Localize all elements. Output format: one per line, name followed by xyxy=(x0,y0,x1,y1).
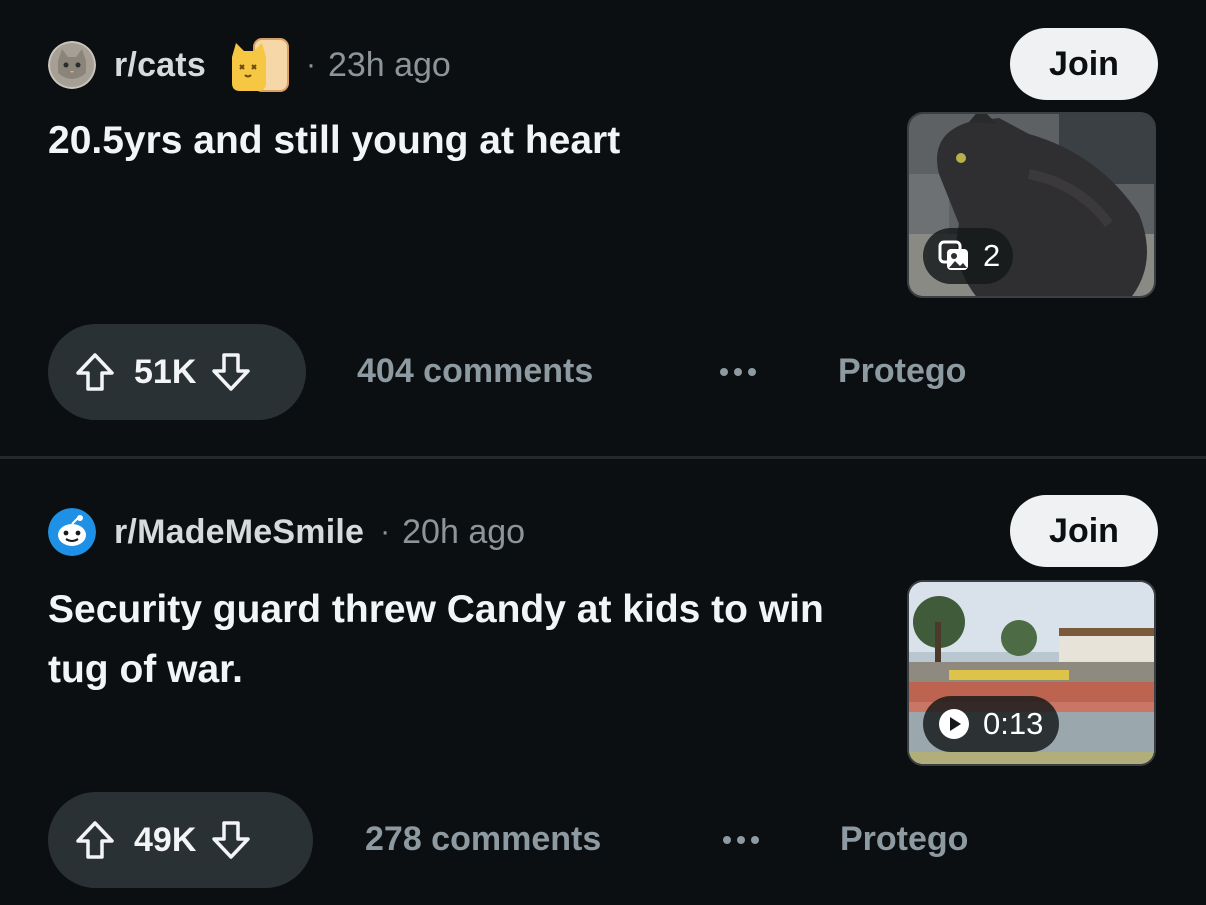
protego-button[interactable]: Protego xyxy=(840,820,968,859)
upvote-icon[interactable] xyxy=(74,819,116,861)
comments-link[interactable]: 404 comments xyxy=(357,352,593,391)
upvote-icon[interactable] xyxy=(74,351,116,393)
post-age: 20h ago xyxy=(402,512,526,551)
downvote-icon[interactable] xyxy=(210,351,252,393)
protego-button[interactable]: Protego xyxy=(838,352,966,391)
subreddit-avatar[interactable] xyxy=(48,508,96,556)
meta-separator: · xyxy=(305,48,316,81)
post-thumbnail[interactable]: 2 xyxy=(907,112,1156,298)
join-button[interactable]: Join xyxy=(1010,28,1158,100)
post-meta: r/cats · 23h ago xyxy=(48,38,451,92)
vote-count: 49K xyxy=(134,820,197,859)
post-meta: r/MadeMeSmile · 20h ago xyxy=(48,507,525,557)
join-button[interactable]: Join xyxy=(1010,495,1158,567)
post-card[interactable]: r/MadeMeSmile · 20h ago Join Security gu… xyxy=(0,459,1206,905)
downvote-icon[interactable] xyxy=(210,819,252,861)
play-icon xyxy=(937,707,971,741)
cat-bread-flair-icon xyxy=(228,35,290,95)
post-age: 23h ago xyxy=(327,45,451,84)
vote-count: 51K xyxy=(134,352,197,391)
subreddit-avatar[interactable] xyxy=(48,41,96,89)
subreddit-name[interactable]: r/MadeMeSmile xyxy=(114,513,364,552)
meta-separator: · xyxy=(380,515,391,548)
post-card[interactable]: r/cats · 23h ago Join 20.5yrs and still … xyxy=(0,0,1206,456)
comments-link[interactable]: 278 comments xyxy=(365,820,601,859)
post-title[interactable]: 20.5yrs and still young at heart xyxy=(48,111,838,171)
gallery-count-badge: 2 xyxy=(923,228,1013,284)
gallery-count: 2 xyxy=(983,238,1001,273)
subreddit-name[interactable]: r/cats xyxy=(114,46,206,85)
vote-pill: 51K xyxy=(48,324,306,420)
vote-pill: 49K xyxy=(48,792,313,888)
more-horizontal-icon[interactable] xyxy=(719,825,763,860)
video-duration-badge: 0:13 xyxy=(923,696,1059,752)
more-horizontal-icon[interactable] xyxy=(716,357,760,392)
post-actions: 49K 278 comments Protego xyxy=(48,792,1158,888)
video-duration: 0:13 xyxy=(983,706,1044,741)
post-title[interactable]: Security guard threw Candy at kids to wi… xyxy=(48,580,838,700)
post-actions: 51K 404 comments Protego xyxy=(48,324,1158,420)
gallery-icon xyxy=(937,239,971,273)
post-thumbnail[interactable]: 0:13 xyxy=(907,580,1156,766)
